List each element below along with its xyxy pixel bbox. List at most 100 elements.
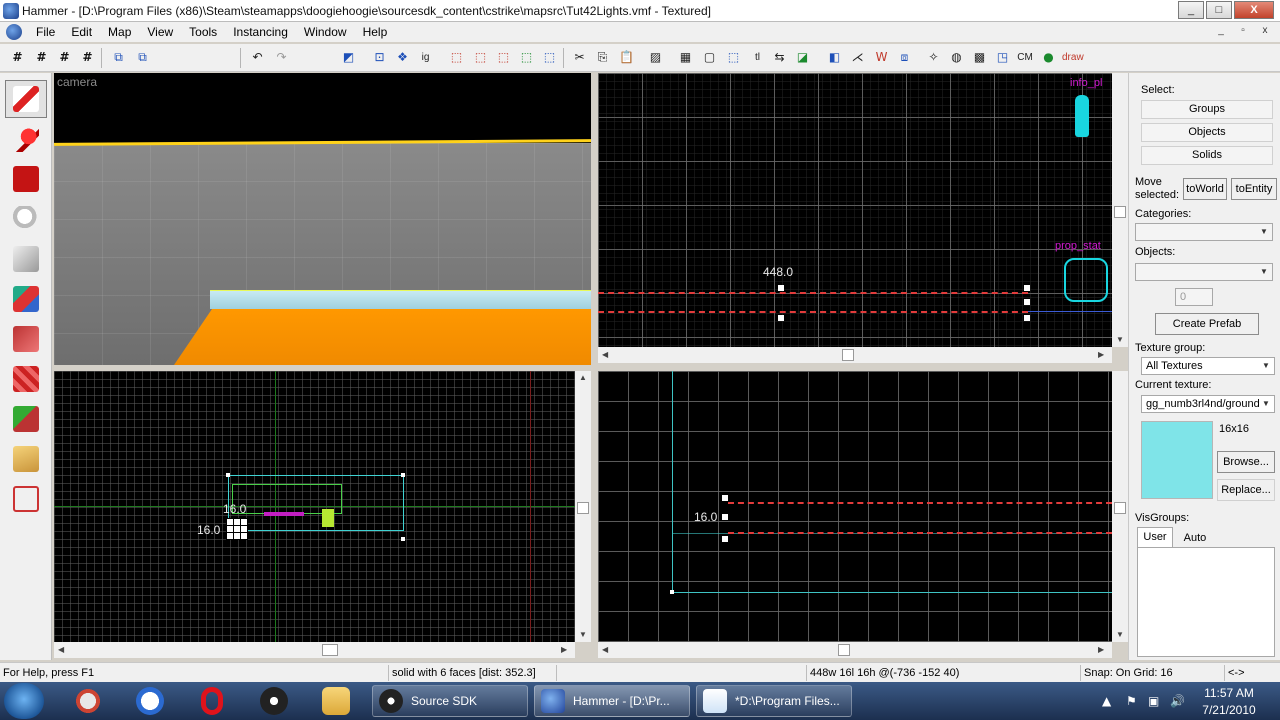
menu-edit[interactable]: Edit [63, 22, 100, 42]
volume-icon[interactable]: 🔊 [1170, 694, 1185, 708]
scroll-up-arrow[interactable]: ▲ [579, 373, 587, 382]
paste-icon[interactable]: 📋 [617, 48, 636, 67]
entity-help-icon[interactable]: ◧ [825, 48, 844, 67]
side-view-hscroll[interactable]: ◀ ▶ [598, 642, 1112, 658]
ignore-groups-button[interactable]: ig [416, 48, 435, 67]
side-view-vscroll[interactable]: ▼ [1112, 371, 1128, 642]
scroll-thumb[interactable] [1114, 502, 1126, 514]
grid-larger-icon[interactable]: # [55, 48, 74, 67]
draw-button[interactable]: draw [1062, 48, 1084, 67]
entity-tool-button[interactable] [5, 200, 47, 238]
visgroups-list[interactable] [1137, 547, 1275, 657]
resize-handle[interactable] [401, 473, 405, 477]
grid-3d-icon[interactable]: # [78, 48, 97, 67]
select-all-icon[interactable]: ⬚ [540, 48, 559, 67]
scroll-left-arrow[interactable]: ◀ [602, 350, 608, 359]
scroll-down-arrow[interactable]: ▼ [579, 630, 587, 639]
show-hidden-icons-icon[interactable]: ▲ [1102, 694, 1111, 708]
menu-tools[interactable]: Tools [181, 22, 225, 42]
grid-smaller-icon[interactable]: # [32, 48, 51, 67]
clock[interactable]: 11:57 AM 7/21/2010 [1194, 686, 1264, 717]
create-prefab-button[interactable]: Create Prefab [1155, 313, 1259, 335]
front-view-hscroll[interactable]: ◀ ▶ [54, 642, 575, 658]
scroll-right-arrow[interactable]: ▶ [1098, 645, 1104, 654]
texture-browser-icon[interactable]: ▦ [676, 48, 695, 67]
green-entity[interactable] [322, 509, 334, 527]
side-view-viewport[interactable]: 16.0 [598, 371, 1112, 642]
pinned-paint-app[interactable] [62, 685, 114, 717]
mdi-close-button[interactable]: x [1258, 24, 1272, 38]
resize-handle[interactable] [1024, 285, 1030, 291]
group-icon[interactable]: ⧉ [109, 48, 128, 67]
resize-handle[interactable] [722, 495, 728, 501]
resize-handle[interactable] [226, 473, 230, 477]
align-icon[interactable]: ◪ [793, 48, 812, 67]
pinned-steam-app[interactable] [248, 685, 300, 717]
objects-select[interactable]: ▼ [1135, 263, 1273, 281]
task-source-sdk[interactable]: Source SDK [372, 685, 528, 717]
select-objects-button[interactable]: Objects [1141, 123, 1273, 142]
texture-lock-icon[interactable]: ❖ [393, 48, 412, 67]
compile-icon[interactable]: ◍ [947, 48, 966, 67]
select-objects-icon[interactable]: ⬚ [447, 48, 466, 67]
scroll-left-arrow[interactable]: ◀ [58, 645, 64, 654]
menu-window[interactable]: Window [296, 22, 355, 42]
scroll-thumb[interactable] [1114, 206, 1126, 218]
scroll-thumb[interactable] [577, 502, 589, 514]
selection-tool-button[interactable] [5, 80, 47, 118]
pinned-opera-app[interactable] [186, 685, 238, 717]
camera-tool-button[interactable] [5, 160, 47, 198]
resize-handle[interactable] [1024, 315, 1030, 321]
cubemaps-button[interactable]: CM [1014, 48, 1036, 67]
network-icon[interactable]: ▣ [1148, 694, 1159, 708]
menu-help[interactable]: Help [355, 22, 396, 42]
hammer-app-icon[interactable] [3, 2, 19, 19]
texture-tool-button[interactable] [5, 280, 47, 318]
vertex-tool-button[interactable] [5, 440, 47, 478]
scroll-down-arrow[interactable]: ▼ [1116, 335, 1124, 344]
radius-culling-icon[interactable]: ◳ [993, 48, 1012, 67]
resize-handle[interactable] [722, 514, 728, 520]
prop-static-entity[interactable] [1064, 258, 1108, 302]
select-brush-icon[interactable]: ⬚ [471, 48, 490, 67]
pinned-explorer-app[interactable] [310, 685, 362, 717]
tab-user[interactable]: User [1137, 527, 1173, 547]
scroll-thumb[interactable] [838, 644, 850, 656]
resize-handle[interactable] [1024, 299, 1030, 305]
group-by-icon[interactable]: ⋌ [848, 48, 867, 67]
block-tool-button[interactable] [5, 240, 47, 278]
resize-handle[interactable] [778, 285, 784, 291]
ungroup-icon[interactable]: ⧉ [133, 48, 152, 67]
carve-icon[interactable]: ⊡ [370, 48, 389, 67]
redo-icon[interactable]: ↷ [272, 48, 291, 67]
maximize-button[interactable]: □ [1206, 1, 1232, 19]
select-groups-button[interactable]: Groups [1141, 100, 1273, 119]
browse-button[interactable]: Browse... [1217, 451, 1275, 473]
toggle-grid-icon[interactable]: ▩ [970, 48, 989, 67]
front-view-viewport[interactable]: 16.0 16.0 [54, 371, 575, 642]
top-view-viewport[interactable]: 448.0 info_pl prop_stat [598, 73, 1112, 347]
menu-view[interactable]: View [139, 22, 181, 42]
decal-tool-button[interactable] [5, 320, 47, 358]
hide-items-icon[interactable]: ◩ [339, 48, 358, 67]
task-notepad[interactable]: *D:\Program Files... [696, 685, 852, 717]
toggle-tl-button[interactable]: tl [748, 48, 767, 67]
document-system-icon[interactable] [6, 24, 22, 40]
resize-handle[interactable] [722, 536, 728, 542]
purple-entity[interactable] [264, 512, 304, 516]
show-connections-icon[interactable]: W [872, 48, 891, 67]
minimize-button[interactable]: _ [1178, 1, 1204, 19]
pinned-messenger-app[interactable] [124, 685, 176, 717]
grid-icon[interactable]: # [8, 48, 27, 67]
flip-icon[interactable]: ⇆ [770, 48, 789, 67]
magnify-tool-button[interactable] [5, 120, 47, 158]
action-center-icon[interactable]: ⚑ [1126, 694, 1137, 708]
bounding-box-icon[interactable]: ▢ [700, 48, 719, 67]
front-view-vscroll[interactable]: ▲ ▼ [575, 371, 591, 642]
menu-instancing[interactable]: Instancing [225, 22, 296, 42]
scroll-left-arrow[interactable]: ◀ [602, 645, 608, 654]
top-view-vscroll[interactable]: ▼ [1112, 73, 1128, 347]
lighting-preview-icon[interactable]: ✧ [924, 48, 943, 67]
select-solids-button[interactable]: Solids [1141, 146, 1273, 165]
resize-handle[interactable] [401, 537, 405, 541]
